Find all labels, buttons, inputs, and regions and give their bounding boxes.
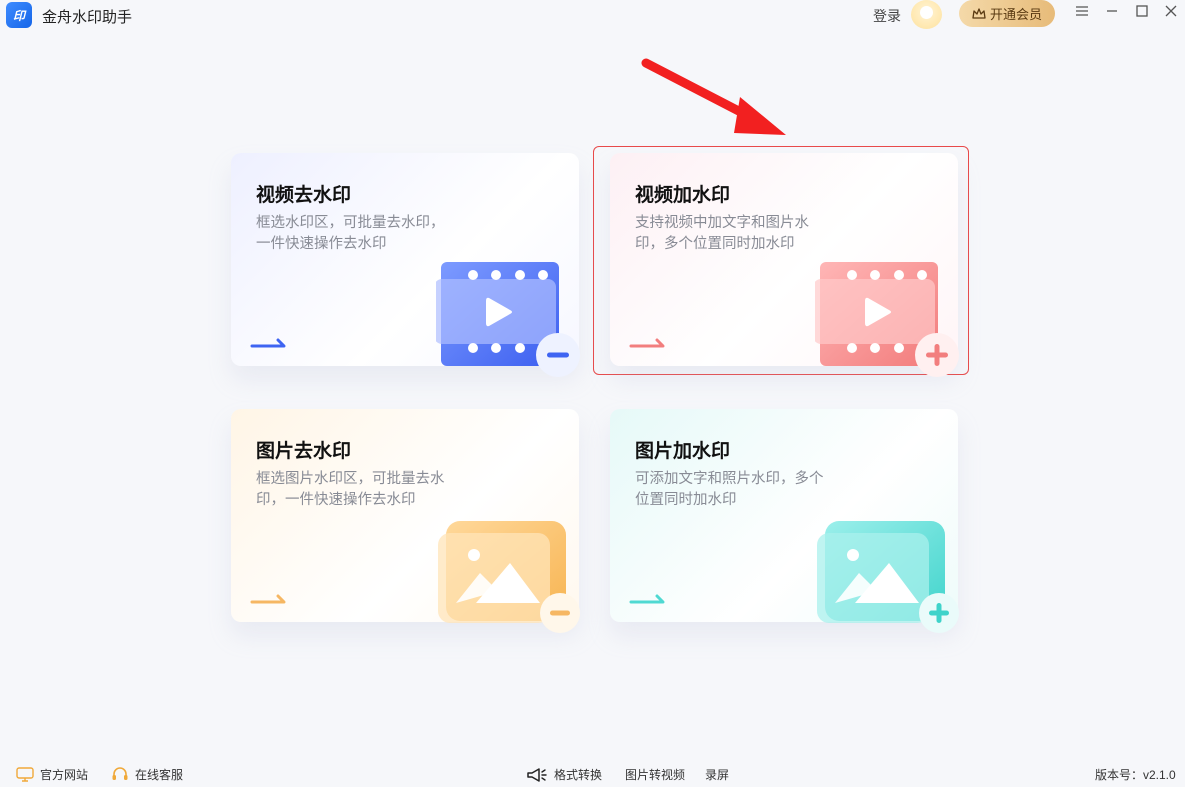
image-to-video-link[interactable]: 图片转视频 — [625, 766, 685, 783]
version-label: 版本号：v2.1.0 — [1095, 768, 1176, 782]
arrow-right-icon — [250, 338, 286, 348]
minimize-icon[interactable] — [1102, 4, 1122, 24]
image-picture-icon — [438, 521, 580, 633]
official-site-label: 官方网站 — [40, 768, 89, 782]
card-video-add-watermark[interactable]: 视频加水印 支持视频中加文字和图片水印，多个位置同时加水印 — [610, 153, 959, 377]
video-film-icon — [436, 262, 580, 377]
arrow-right-icon — [629, 594, 665, 604]
card-title: 视频加水印 — [635, 185, 731, 206]
version-info: 版本号：v2.1.0 — [1095, 766, 1176, 783]
arrow-right-icon — [250, 594, 286, 604]
card-desc: 可添加文字和照片水印，多个位置同时加水印 — [635, 471, 824, 508]
headset-icon — [112, 766, 128, 780]
vip-button[interactable]: 开通会员 — [959, 0, 1055, 27]
vip-label: 开通会员 — [989, 7, 1042, 22]
card-title: 图片加水印 — [635, 441, 731, 462]
login-link[interactable]: 登录 — [873, 6, 901, 26]
card-image-add-watermark[interactable]: 图片加水印 可添加文字和照片水印，多个位置同时加水印 — [610, 409, 959, 633]
menu-icon[interactable] — [1072, 4, 1092, 24]
online-service-label: 在线客服 — [135, 768, 184, 782]
avatar[interactable] — [911, 0, 942, 29]
card-desc: 支持视频中加文字和图片水印，多个位置同时加水印 — [635, 215, 809, 252]
close-icon[interactable] — [1161, 4, 1181, 24]
title-bar: 印 金舟水印助手 登录 开通会员 — [0, 0, 1185, 30]
screen-record-link[interactable]: 录屏 — [705, 766, 729, 783]
card-title: 图片去水印 — [256, 441, 352, 462]
format-convert-link[interactable]: 格式转换 — [526, 766, 602, 783]
crown-icon — [972, 7, 986, 19]
app-title: 金舟水印助手 — [42, 9, 133, 26]
maximize-icon[interactable] — [1132, 4, 1152, 24]
monitor-icon — [16, 767, 34, 782]
image-picture-icon — [817, 521, 959, 633]
image-to-video-label: 图片转视频 — [625, 768, 686, 782]
video-film-icon — [815, 262, 959, 377]
footer-bar: 官方网站 在线客服 格式转换 图片转视频 录屏 版本号：v2.1.0 — [0, 762, 1185, 787]
card-video-remove-watermark[interactable]: 视频去水印 框选水印区，可批量去水印，一件快速操作去水印 — [231, 153, 580, 377]
screen-record-label: 录屏 — [705, 768, 730, 782]
annotation-arrow — [641, 58, 786, 135]
format-convert-label: 格式转换 — [554, 768, 603, 782]
arrow-right-icon — [629, 338, 665, 348]
card-image-remove-watermark[interactable]: 图片去水印 框选图片水印区，可批量去水印，一件快速操作去水印 — [231, 409, 580, 633]
card-desc: 框选水印区，可批量去水印，一件快速操作去水印 — [256, 215, 445, 252]
official-site-link[interactable]: 官方网站 — [16, 766, 88, 783]
megaphone-icon — [527, 767, 547, 782]
card-title: 视频去水印 — [256, 185, 352, 206]
app-logo: 印 — [6, 2, 32, 28]
card-desc: 框选图片水印区，可批量去水印，一件快速操作去水印 — [256, 471, 445, 508]
online-service-link[interactable]: 在线客服 — [111, 766, 183, 783]
